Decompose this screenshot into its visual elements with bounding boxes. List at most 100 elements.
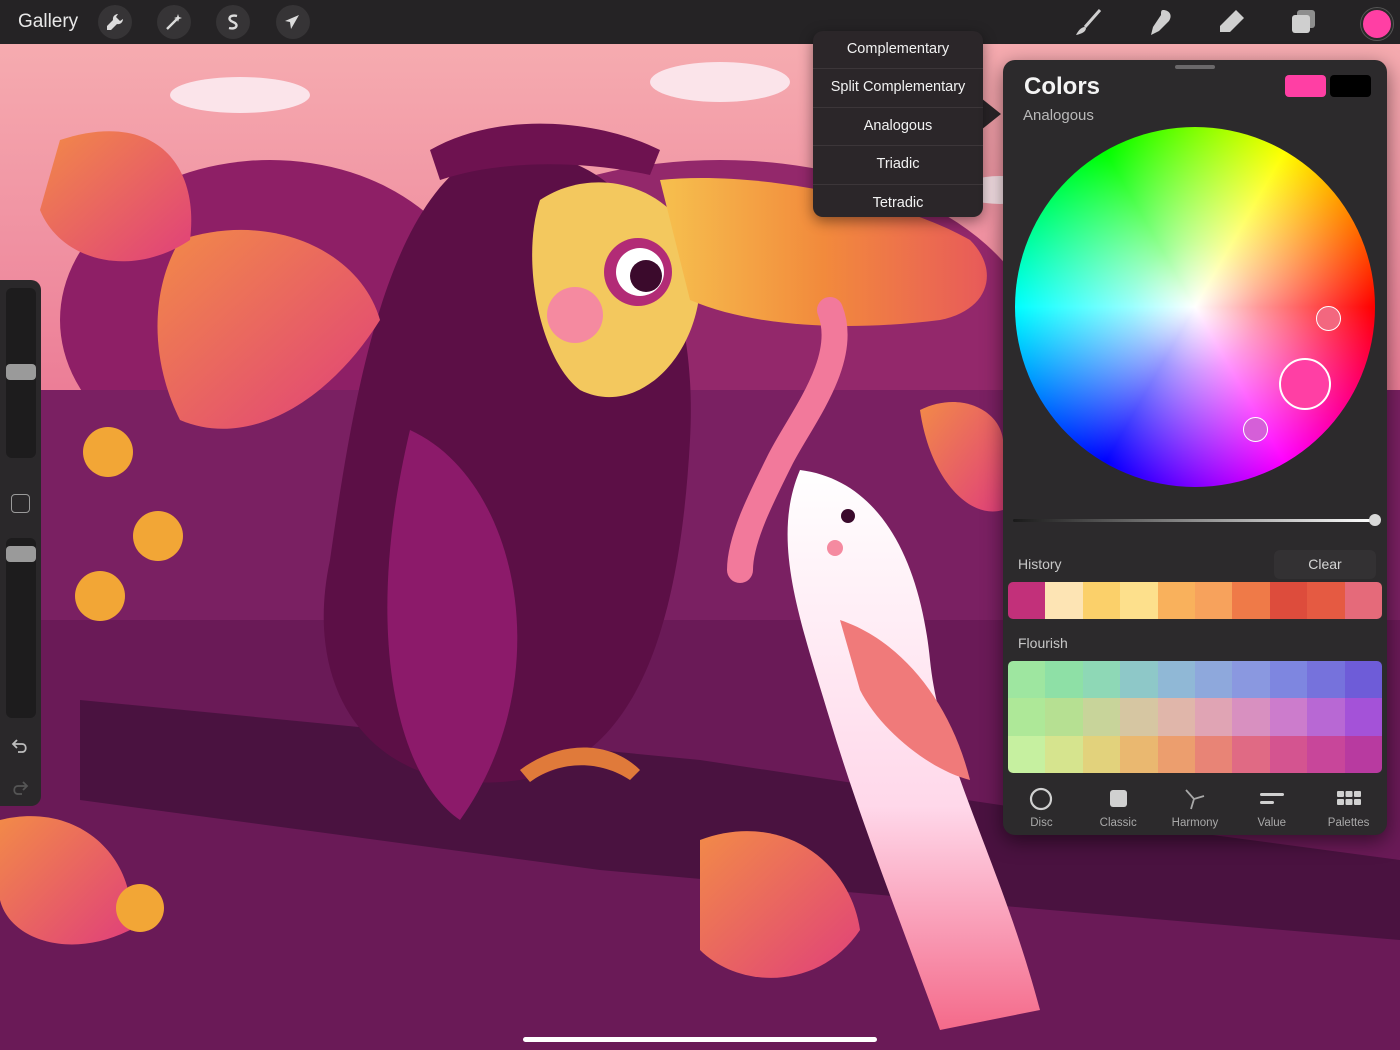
eraser-button[interactable]	[1213, 4, 1249, 40]
history-swatch[interactable]	[1120, 582, 1158, 619]
history-swatch[interactable]	[1045, 582, 1083, 619]
modify-button[interactable]	[11, 494, 30, 513]
palette-swatch[interactable]	[1157, 698, 1195, 736]
history-swatches	[1008, 582, 1382, 619]
tab-classic[interactable]: Classic	[1080, 782, 1157, 835]
palette-swatch[interactable]	[1008, 735, 1046, 773]
palette-swatch[interactable]	[1195, 735, 1233, 773]
history-swatch[interactable]	[1157, 582, 1196, 619]
palette-swatch[interactable]	[1269, 661, 1308, 699]
magic-wand-icon	[166, 14, 182, 30]
secondary-color-swatch[interactable]	[1330, 75, 1371, 97]
toucan-cheek	[547, 287, 603, 343]
palette-swatch[interactable]	[1232, 698, 1270, 736]
transform-arrow-icon	[285, 15, 299, 29]
value-sliders-icon	[1259, 793, 1284, 804]
tab-palettes[interactable]: Palettes	[1310, 782, 1387, 835]
tab-disc[interactable]: Disc	[1003, 782, 1080, 835]
palette-swatch[interactable]	[1195, 698, 1233, 736]
brush-icon	[1076, 9, 1102, 35]
palette-swatch[interactable]	[1157, 735, 1195, 773]
disc-icon	[1030, 787, 1053, 811]
palette-swatch[interactable]	[1120, 698, 1158, 736]
berry	[133, 511, 183, 561]
tab-value[interactable]: Value	[1233, 782, 1310, 835]
palette-swatch[interactable]	[1307, 698, 1345, 736]
adjustments-button[interactable]	[157, 5, 191, 39]
top-toolbar: Gallery	[0, 0, 1400, 44]
menu-item-analogous[interactable]: Analogous	[813, 108, 983, 147]
layers-icon	[1292, 10, 1315, 33]
harmony-mode-selector[interactable]: Analogous	[1023, 107, 1094, 124]
brightness-handle[interactable]	[1369, 514, 1381, 526]
palette-swatch[interactable]	[1157, 661, 1195, 699]
opacity-handle[interactable]	[6, 546, 36, 562]
palette-swatch[interactable]	[1269, 698, 1308, 736]
cloud	[650, 62, 790, 102]
palette-swatch[interactable]	[1082, 698, 1121, 736]
palette-swatch[interactable]	[1008, 698, 1046, 736]
color-picker-button[interactable]	[1361, 8, 1393, 40]
color-mode-tabbar: Disc Classic Harmony Value Palettes	[1003, 782, 1387, 835]
opacity-slider[interactable]	[6, 538, 36, 718]
brush-size-handle[interactable]	[6, 364, 36, 380]
panel-grabber[interactable]	[1175, 65, 1215, 69]
harmony-point[interactable]	[1243, 417, 1268, 442]
primary-color-swatch[interactable]	[1285, 75, 1326, 97]
palette-swatch[interactable]	[1045, 735, 1083, 773]
palette-swatch[interactable]	[1008, 661, 1046, 699]
berry	[116, 884, 164, 932]
palette-swatch[interactable]	[1344, 661, 1382, 699]
history-swatch[interactable]	[1269, 582, 1308, 619]
history-swatch[interactable]	[1344, 582, 1382, 619]
layers-button[interactable]	[1285, 4, 1321, 40]
palette-swatch[interactable]	[1045, 661, 1083, 699]
clear-history-button[interactable]: Clear	[1274, 550, 1376, 579]
redo-icon[interactable]	[10, 778, 30, 798]
palette-swatch[interactable]	[1232, 735, 1270, 773]
brightness-slider[interactable]	[1013, 519, 1375, 522]
menu-item-split-complementary[interactable]: Split Complementary	[813, 69, 983, 108]
undo-icon[interactable]	[10, 736, 30, 756]
palette-swatch[interactable]	[1344, 698, 1382, 736]
palette-swatch[interactable]	[1307, 661, 1345, 699]
panel-title: Colors	[1024, 73, 1101, 100]
history-label: History	[1018, 556, 1062, 572]
harmony-point[interactable]	[1316, 306, 1341, 331]
selection-button[interactable]	[216, 5, 250, 39]
palette-swatch[interactable]	[1082, 661, 1121, 699]
palette-swatch[interactable]	[1344, 735, 1382, 773]
menu-item-triadic[interactable]: Triadic	[813, 146, 983, 185]
history-swatch[interactable]	[1232, 582, 1270, 619]
cloud	[170, 77, 310, 113]
smudge-button[interactable]	[1142, 4, 1178, 40]
colors-panel: Colors Analogous History Clear Flourish …	[1003, 60, 1387, 835]
actions-button[interactable]	[98, 5, 132, 39]
history-swatch[interactable]	[1008, 582, 1046, 619]
parrot-eye	[841, 509, 855, 523]
palette-swatch[interactable]	[1082, 735, 1121, 773]
classic-square-icon	[1110, 790, 1128, 807]
berry	[75, 571, 125, 621]
history-swatch[interactable]	[1195, 582, 1233, 619]
palette-swatch[interactable]	[1232, 661, 1270, 699]
palette-swatch[interactable]	[1307, 735, 1345, 773]
palette-swatch[interactable]	[1120, 661, 1158, 699]
menu-item-tetradic[interactable]: Tetradic	[813, 185, 983, 222]
history-swatch[interactable]	[1082, 582, 1121, 619]
palette-swatch[interactable]	[1269, 735, 1308, 773]
palette-swatch[interactable]	[1045, 698, 1083, 736]
history-swatch[interactable]	[1307, 582, 1345, 619]
harmony-color-wheel[interactable]	[1015, 127, 1375, 487]
tab-harmony[interactable]: Harmony	[1157, 782, 1234, 835]
transform-button[interactable]	[276, 5, 310, 39]
home-indicator[interactable]	[523, 1037, 877, 1042]
palette-swatch[interactable]	[1195, 661, 1233, 699]
harmony-mode-menu: Complementary Split Complementary Analog…	[813, 31, 983, 217]
gallery-button[interactable]: Gallery	[18, 11, 78, 33]
eraser-icon	[1220, 10, 1244, 32]
primary-color-point[interactable]	[1279, 358, 1331, 410]
palette-swatch[interactable]	[1120, 735, 1158, 773]
brush-button[interactable]	[1070, 4, 1106, 40]
menu-item-complementary[interactable]: Complementary	[813, 31, 983, 70]
